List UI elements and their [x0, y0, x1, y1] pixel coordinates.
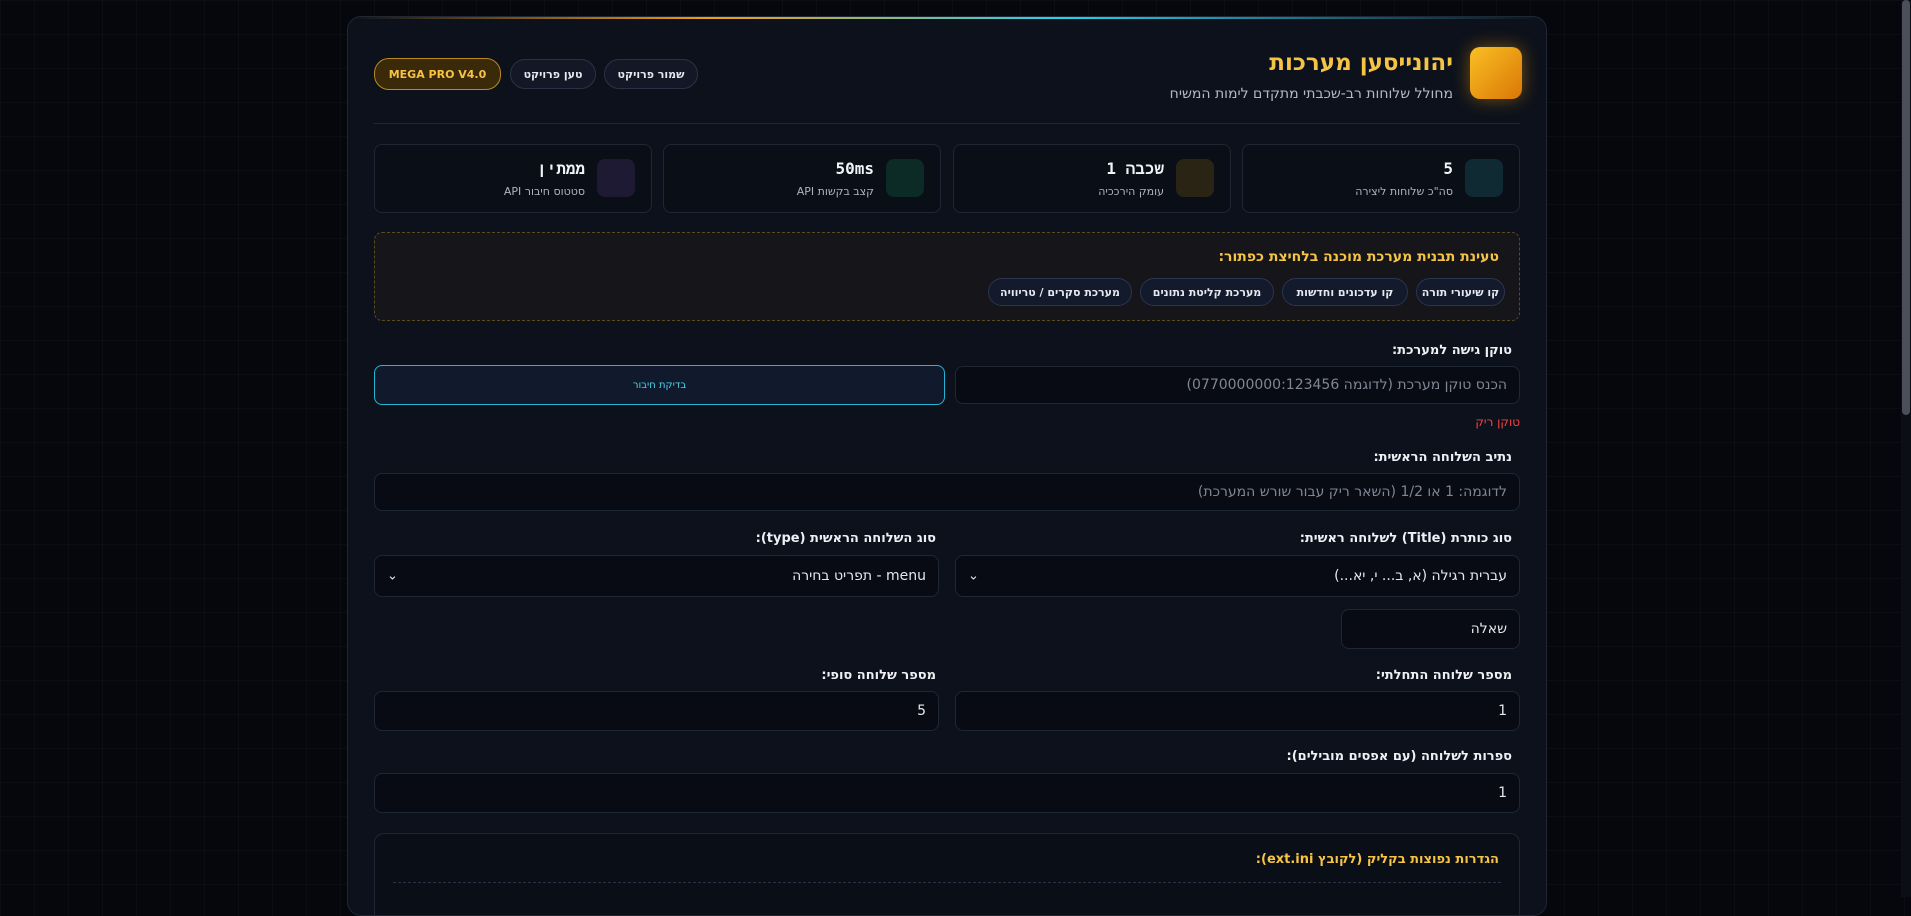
end-number-value: 5: [917, 703, 926, 719]
app-logo-icon: [1470, 47, 1522, 99]
ext-settings-title: הגדרות נפוצות בקליק (לקובץ ext.ini):: [1255, 852, 1499, 867]
stat-value: 50ms: [835, 159, 874, 178]
token-input[interactable]: הכנס טוקן מערכת (לדוגמה 0770000000:12345…: [955, 366, 1520, 404]
stat-label: עומק הירככיה: [1098, 185, 1164, 198]
start-number-input[interactable]: 1: [955, 691, 1520, 731]
speed-icon: [886, 159, 924, 197]
ext-settings-section: הגדרות נפוצות בקליק (לקובץ ext.ini):: [374, 833, 1520, 915]
save-project-button[interactable]: שמור פרויקט: [604, 59, 698, 89]
title-type-label: סוג כותרת (Title) לשלוחה ראשית:: [1299, 531, 1512, 546]
token-error: טוקן ריק: [1475, 415, 1520, 429]
version-badge: MEGA PRO V4.0: [374, 58, 501, 90]
token-placeholder: הכנס טוקן מערכת (לדוגמה 0770000000:12345…: [1186, 377, 1507, 393]
hierarchy-icon: [1176, 159, 1214, 197]
digits-input[interactable]: 1: [374, 773, 1520, 813]
ext-settings-divider: [393, 882, 1501, 883]
stat-label: סטטוס חיבור API: [503, 185, 585, 198]
load-project-button[interactable]: טען פרויקט: [510, 59, 596, 89]
stat-card-depth: שכבה 1 עומק הירככיה: [953, 144, 1231, 213]
app-subtitle: מחולל שלוחות רב-שכבתי מתקדם לימות המשיח: [1169, 86, 1453, 102]
stat-value: 5: [1443, 159, 1453, 178]
header-divider: [374, 123, 1520, 124]
end-number-input[interactable]: 5: [374, 691, 939, 731]
ext-type-select[interactable]: menu - תפריט בחירה ⌄: [374, 555, 939, 597]
title-type-value: עברית רגילה (א, ב... י, יא...): [1334, 568, 1507, 584]
template-data-button[interactable]: מערכת קליטת נתונים: [1140, 278, 1274, 306]
page-scrollbar[interactable]: [1901, 0, 1911, 897]
path-input[interactable]: לדוגמה: 1 או 1/2 (השאר ריק עבור שורש המע…: [374, 473, 1520, 511]
template-section: טעינת תבנית מערכת מוכנה בלחיצת כפתור: קו…: [374, 232, 1520, 321]
start-number-label: מספר שלוחה התחלתי:: [1375, 668, 1512, 683]
plug-icon: [597, 159, 635, 197]
chevron-down-icon: ⌄: [968, 568, 979, 584]
stat-card-rate: 50ms קצב בקשות API: [663, 144, 941, 213]
app-title: יהונייסען מערכות: [1269, 50, 1453, 76]
token-label: טוקן גישה למערכת:: [1391, 343, 1512, 358]
main-panel: יהונייסען מערכות מחולל שלוחות רב-שכבתי מ…: [347, 16, 1547, 916]
template-news-button[interactable]: קו עדכונים וחדשות: [1282, 278, 1408, 306]
check-connection-button[interactable]: בדיקת חיבור: [374, 365, 945, 405]
digits-label: ספרות לשלוחה (עם אפסים מובילים):: [1286, 749, 1512, 764]
digits-value: 1: [1498, 785, 1507, 801]
end-number-label: מספר שלוחה סופי:: [821, 668, 936, 683]
template-title: טעינת תבנית מערכת מוכנה בלחיצת כפתור:: [1218, 249, 1499, 265]
stat-label: קצב בקשות API: [796, 185, 874, 198]
title-word-value: שאלה: [1470, 621, 1507, 637]
layers-icon: [1465, 159, 1503, 197]
template-survey-button[interactable]: מערכת סקרים / טריוויה: [988, 278, 1132, 306]
ext-type-label: סוג השלוחה הראשית (type):: [755, 531, 936, 546]
title-type-select[interactable]: עברית רגילה (א, ב... י, יא...) ⌄: [955, 555, 1520, 597]
template-torah-button[interactable]: קו שיעורי תורה: [1416, 278, 1505, 306]
stat-value: ממתין: [536, 159, 585, 178]
ext-type-value: menu - תפריט בחירה: [792, 568, 926, 584]
path-label: נתיב השלוחה הראשית:: [1373, 450, 1512, 465]
stat-value: שכבה 1: [1106, 159, 1164, 178]
chevron-down-icon: ⌄: [387, 568, 398, 584]
stat-label: סה"כ שלוחות ליצירה: [1355, 185, 1453, 198]
top-accent-line: [348, 17, 1546, 19]
scrollbar-thumb[interactable]: [1902, 0, 1910, 415]
title-word-input[interactable]: שאלה: [1341, 609, 1520, 649]
start-number-value: 1: [1498, 703, 1507, 719]
path-placeholder: לדוגמה: 1 או 1/2 (השאר ריק עבור שורש המע…: [1197, 484, 1507, 500]
stat-card-status: ממתין סטטוס חיבור API: [374, 144, 652, 213]
stat-card-total: 5 סה"כ שלוחות ליצירה: [1242, 144, 1520, 213]
